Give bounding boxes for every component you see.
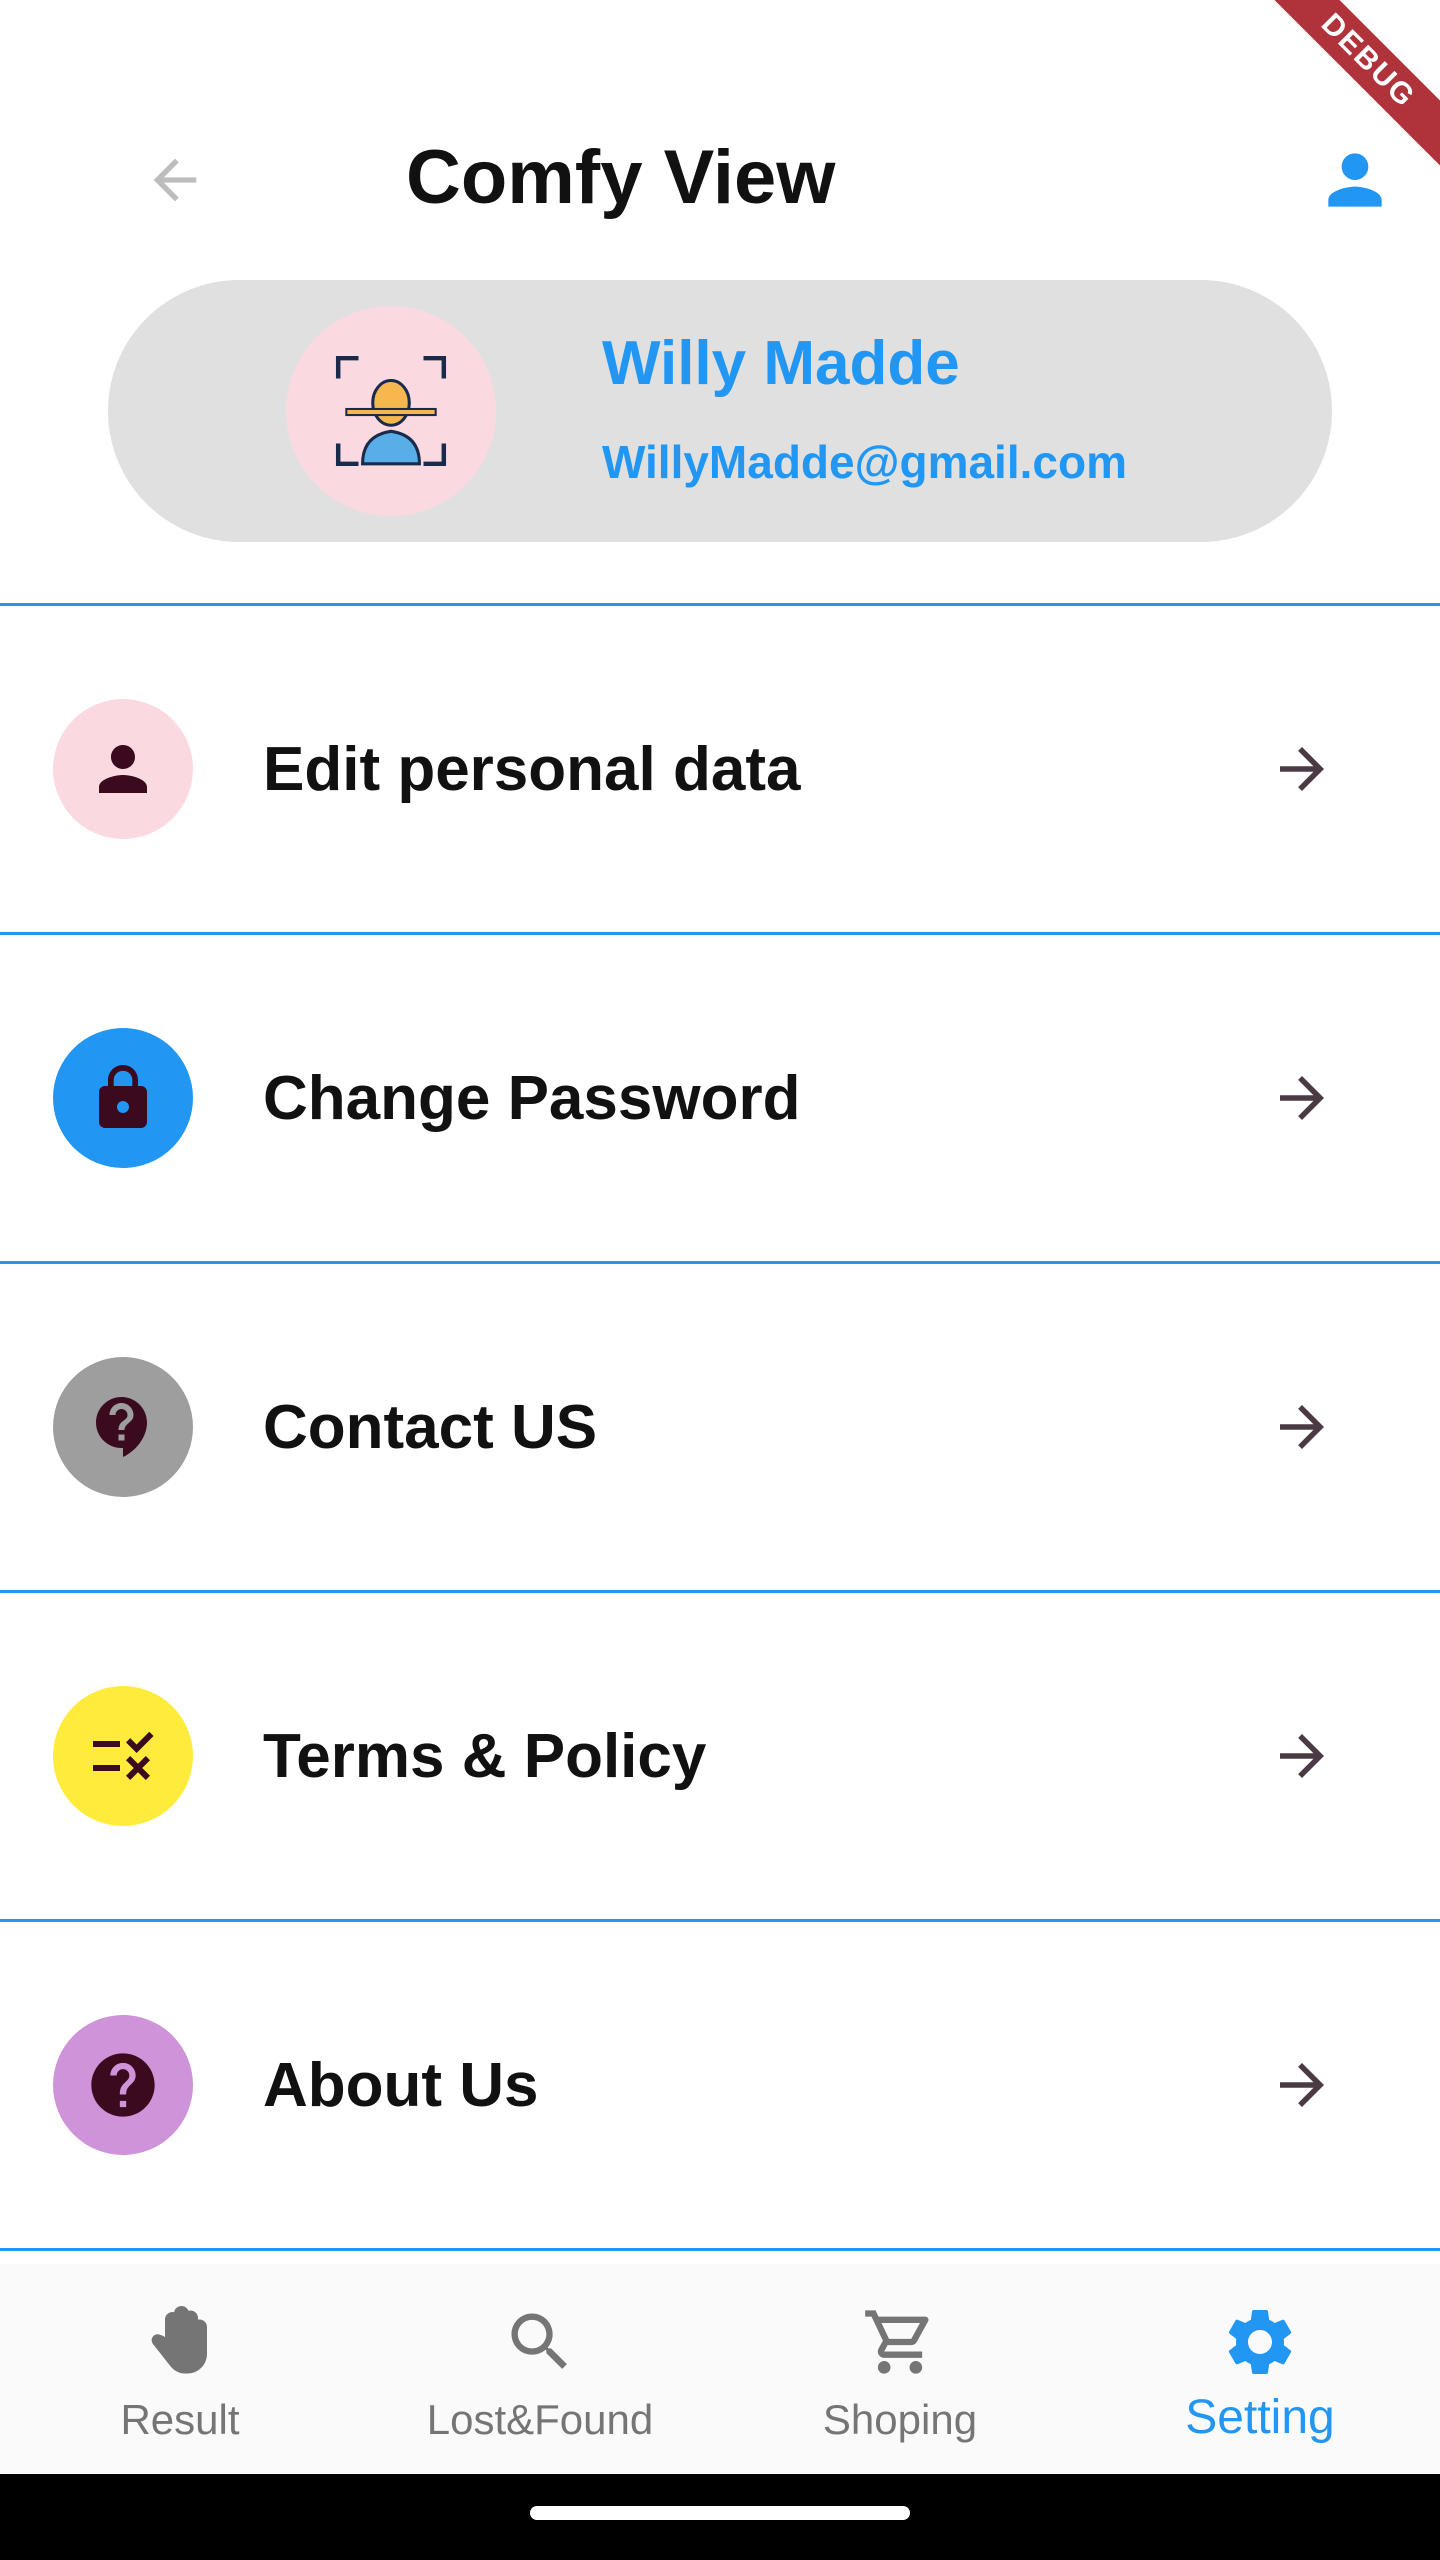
nav-item-lost-found[interactable]: Lost&Found [360, 2264, 720, 2474]
user-name: Willy Madde [602, 329, 960, 398]
menu-item-label: Contact US [263, 1392, 598, 1462]
search-icon [360, 2302, 720, 2382]
menu-icon-circle [53, 2015, 193, 2155]
menu-item-label: Terms & Policy [263, 1721, 707, 1791]
rule-icon [93, 1731, 154, 1780]
nav-label: Shoping [822, 2396, 978, 2443]
back-button[interactable] [135, 140, 215, 220]
nav-item-shoping[interactable]: Shoping [720, 2264, 1080, 2474]
menu-icon-circle [53, 1028, 193, 1168]
lock-icon [99, 1065, 147, 1128]
hand-icon [0, 2302, 360, 2382]
arrow-forward-icon [1262, 1387, 1342, 1467]
nav-label: Setting [1185, 2391, 1335, 2444]
menu-item-label: Change Password [263, 1063, 801, 1133]
arrow-back-icon [153, 158, 197, 202]
help-bubble-icon [96, 1397, 147, 1457]
menu-item-label: About Us [263, 2050, 539, 2120]
avatar [286, 306, 496, 516]
gear-icon [1080, 2302, 1440, 2382]
profile-card[interactable]: Willy Madde WillyMadde@gmail.com [108, 280, 1332, 542]
person-icon [99, 745, 147, 793]
home-indicator[interactable] [530, 2506, 910, 2520]
system-navigation-bar [0, 2474, 1440, 2560]
face-scan-icon [335, 355, 447, 467]
menu-icon-circle [53, 699, 193, 839]
person-icon [1328, 153, 1382, 207]
page-title: Comfy View [406, 135, 836, 220]
arrow-forward-icon [1262, 1058, 1342, 1138]
menu-item-edit-personal-data[interactable]: Edit personal data [0, 606, 1440, 932]
user-email: WillyMadde@gmail.com [602, 436, 1127, 488]
menu-item-change-password[interactable]: Change Password [0, 935, 1440, 1261]
app-bar: Comfy View DEBUG [0, 0, 1440, 260]
profile-button[interactable] [1310, 135, 1400, 225]
menu-item-contact-us[interactable]: Contact US [0, 1264, 1440, 1590]
nav-item-setting[interactable]: Setting [1080, 2264, 1440, 2474]
arrow-forward-icon [1262, 729, 1342, 809]
cart-icon [720, 2302, 1080, 2382]
help-circle-icon [91, 2053, 155, 2117]
menu-item-terms-policy[interactable]: Terms & Policy [0, 1593, 1440, 1919]
nav-item-result[interactable]: Result [0, 2264, 360, 2474]
arrow-forward-icon [1262, 1716, 1342, 1796]
settings-menu: Edit personal data Change Password Conta… [0, 603, 1440, 2251]
nav-label: Result [120, 2396, 240, 2443]
arrow-forward-icon [1262, 2045, 1342, 2125]
bottom-navigation: Result Lost&Found Shoping Setting [0, 2264, 1440, 2474]
menu-item-about-us[interactable]: About Us [0, 1922, 1440, 2248]
nav-label: Lost&Found [426, 2396, 654, 2443]
menu-item-label: Edit personal data [263, 734, 801, 804]
menu-icon-circle [53, 1686, 193, 1826]
divider [0, 2248, 1440, 2251]
menu-icon-circle [53, 1357, 193, 1497]
